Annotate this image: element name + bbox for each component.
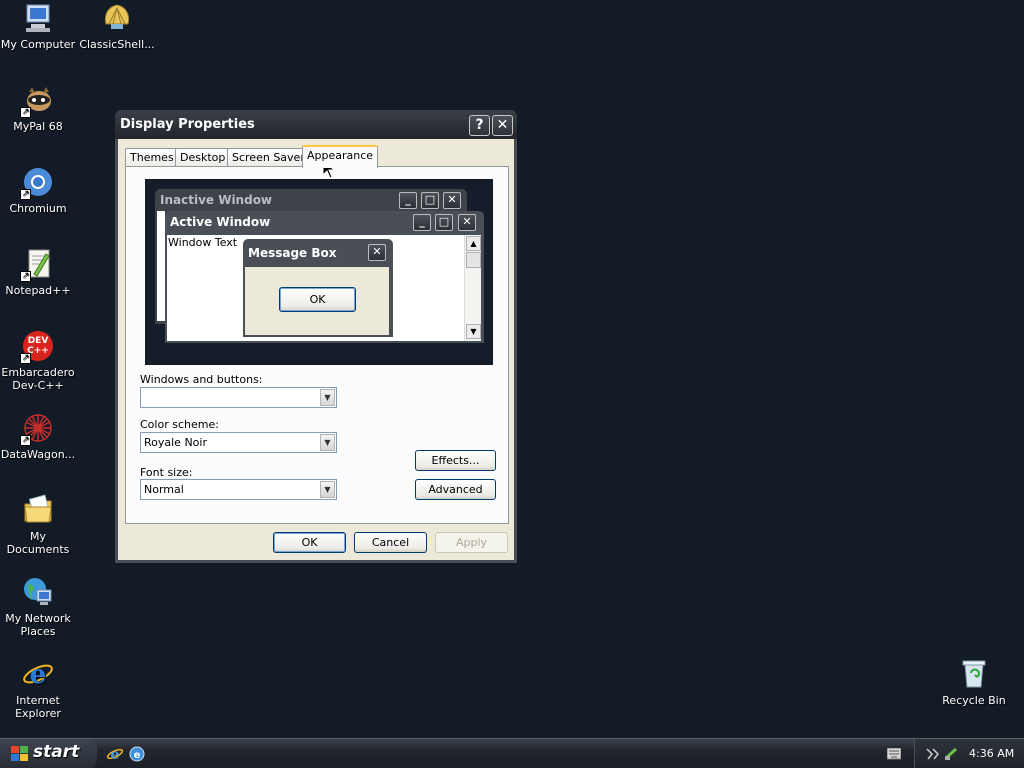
quick-launch: e e [106, 745, 148, 763]
recycle-bin-icon [958, 658, 990, 690]
desktop-icon-internet-explorer[interactable]: e Internet Explorer [0, 658, 78, 720]
tab-themes[interactable]: Themes [125, 148, 179, 167]
start-label: start [33, 742, 80, 762]
preview-maximize-icon: □ [421, 192, 439, 209]
preview-scrollbar: ▲ ▼ [464, 235, 481, 341]
preview-active-title-text: Active Window [170, 215, 271, 229]
classic-shell-icon [101, 2, 133, 34]
taskbar: start e e 4:36 AM [0, 738, 1024, 768]
chevron-down-icon[interactable]: ▼ [320, 389, 335, 406]
windows-and-buttons-select[interactable]: ▼ [140, 387, 337, 408]
desktop-icon-mypal[interactable]: ↗ MyPal 68 [0, 84, 78, 133]
desktop-icon-label: Chromium [9, 202, 67, 215]
internet-explorer-icon: e [22, 658, 54, 690]
advanced-button[interactable]: Advanced [415, 479, 496, 500]
desktop-icon-recycle-bin[interactable]: Recycle Bin [934, 658, 1014, 707]
dev-cpp-icon: DEV C++ ↗ [20, 330, 54, 364]
my-documents-icon [22, 494, 54, 526]
datawagon-icon: ↗ [20, 412, 54, 446]
chevron-down-icon[interactable]: ▼ [320, 481, 335, 498]
desktop-icon-network-places[interactable]: My Network Places [0, 576, 78, 638]
ok-button[interactable]: OK [273, 532, 346, 553]
appearance-preview: Inactive Window _ □ ✕ Active Window _ □ … [145, 179, 493, 365]
preview-message-box-title: Message Box ✕ [243, 239, 393, 267]
desktop-icon-label: DataWagon... [0, 448, 76, 461]
title-bar[interactable]: Display Properties ? ✕ [115, 110, 517, 139]
preview-inactive-body [157, 211, 165, 321]
close-button[interactable]: ✕ [492, 115, 513, 136]
preview-active-title: Active Window _ □ ✕ [165, 211, 484, 233]
dialog-client-area: Themes Desktop Screen Saver Appearance I… [118, 139, 514, 560]
preview-inactive-title: Inactive Window _ □ ✕ [155, 189, 467, 211]
clock[interactable]: 4:36 AM [969, 747, 1014, 760]
desktop-icon-label: Internet Explorer [15, 694, 61, 720]
notepad-plus-plus-icon: ↗ [20, 248, 54, 282]
internet-explorer-icon[interactable]: e [106, 745, 124, 763]
display-properties-window: Display Properties ? ✕ Themes Desktop Sc… [115, 110, 517, 563]
my-computer-icon [22, 2, 54, 34]
preview-message-box-title-text: Message Box [248, 246, 337, 260]
chevron-down-icon[interactable]: ▼ [320, 434, 335, 451]
preview-minimize-icon: _ [399, 192, 417, 209]
help-button[interactable]: ? [469, 115, 490, 136]
desktop-icon-classic-shell[interactable]: ClassicShell... [77, 2, 157, 51]
network-places-icon [22, 576, 54, 608]
network-tray-icon[interactable] [925, 746, 941, 762]
desktop-icon-label: ClassicShell... [79, 38, 155, 51]
desktop-icon-label: My Network Places [5, 612, 71, 638]
cancel-button[interactable]: Cancel [354, 532, 427, 553]
apply-button[interactable]: Apply [435, 532, 508, 553]
desktop-icon-datawagon[interactable]: ↗ DataWagon... [0, 412, 78, 461]
preview-window-text: Window Text [168, 236, 238, 249]
preview-close-icon: ✕ [443, 192, 461, 209]
appearance-tab-page: Inactive Window _ □ ✕ Active Window _ □ … [125, 166, 509, 524]
preview-ok-button: OK [279, 287, 356, 312]
font-size-value: Normal [144, 483, 184, 496]
windows-and-buttons-label: Windows and buttons: [140, 373, 263, 386]
svg-text:e: e [111, 747, 120, 763]
desktop-icon-label: Recycle Bin [942, 694, 1006, 707]
safely-remove-tray-icon[interactable] [943, 746, 959, 762]
preview-inactive-title-text: Inactive Window [160, 193, 273, 207]
desktop-icon-label: My Computer [0, 38, 76, 51]
preview-message-box: Message Box ✕ OK [243, 239, 393, 337]
preview-message-box-body: OK [245, 267, 389, 335]
color-scheme-label: Color scheme: [140, 418, 219, 431]
color-scheme-select[interactable]: Royale Noir ▼ [140, 432, 337, 453]
windows-logo-icon [11, 746, 28, 762]
desktop-icon-chromium[interactable]: ↗ Chromium [0, 166, 78, 215]
desktop-icon-label: Embarcadero Dev-C++ [1, 366, 75, 392]
font-size-label: Font size: [140, 466, 193, 479]
scroll-down-icon: ▼ [466, 324, 481, 339]
mypal-icon: ↗ [20, 84, 54, 118]
preview-active-close-icon: ✕ [458, 214, 476, 231]
desktop-icon-my-documents[interactable]: My Documents [0, 494, 78, 556]
font-size-select[interactable]: Normal ▼ [140, 479, 337, 500]
tab-appearance[interactable]: Appearance [302, 145, 379, 168]
desktop-icon-label: Notepad++ [5, 284, 71, 297]
svg-text:e: e [134, 750, 141, 761]
preview-message-box-close-icon: ✕ [368, 244, 386, 261]
scroll-thumb [466, 252, 481, 268]
scroll-up-icon: ▲ [466, 236, 481, 251]
start-button[interactable]: start [0, 739, 97, 768]
desktop-icon-label: My Documents [6, 530, 70, 556]
system-tray: 4:36 AM [914, 739, 1024, 768]
tab-screen-saver[interactable]: Screen Saver [227, 148, 310, 167]
preview-active-maximize-icon: □ [435, 214, 453, 231]
browser-quick-launch-icon[interactable]: e [129, 746, 145, 762]
desktop-icon-dev-cpp[interactable]: DEV C++ ↗ Embarcadero Dev-C++ [0, 330, 78, 392]
color-scheme-value: Royale Noir [144, 436, 207, 449]
desktop-icon-my-computer[interactable]: My Computer [0, 2, 78, 51]
desktop-icon-label: MyPal 68 [13, 120, 63, 133]
window-title: Display Properties [120, 117, 255, 132]
tab-desktop[interactable]: Desktop [175, 148, 231, 167]
keyboard-icon[interactable] [887, 748, 901, 760]
svg-text:e: e [30, 660, 47, 690]
desktop-icon-notepad-plus-plus[interactable]: ↗ Notepad++ [0, 248, 78, 297]
effects-button[interactable]: Effects... [415, 450, 496, 471]
chromium-icon: ↗ [20, 166, 54, 200]
preview-active-minimize-icon: _ [413, 214, 431, 231]
